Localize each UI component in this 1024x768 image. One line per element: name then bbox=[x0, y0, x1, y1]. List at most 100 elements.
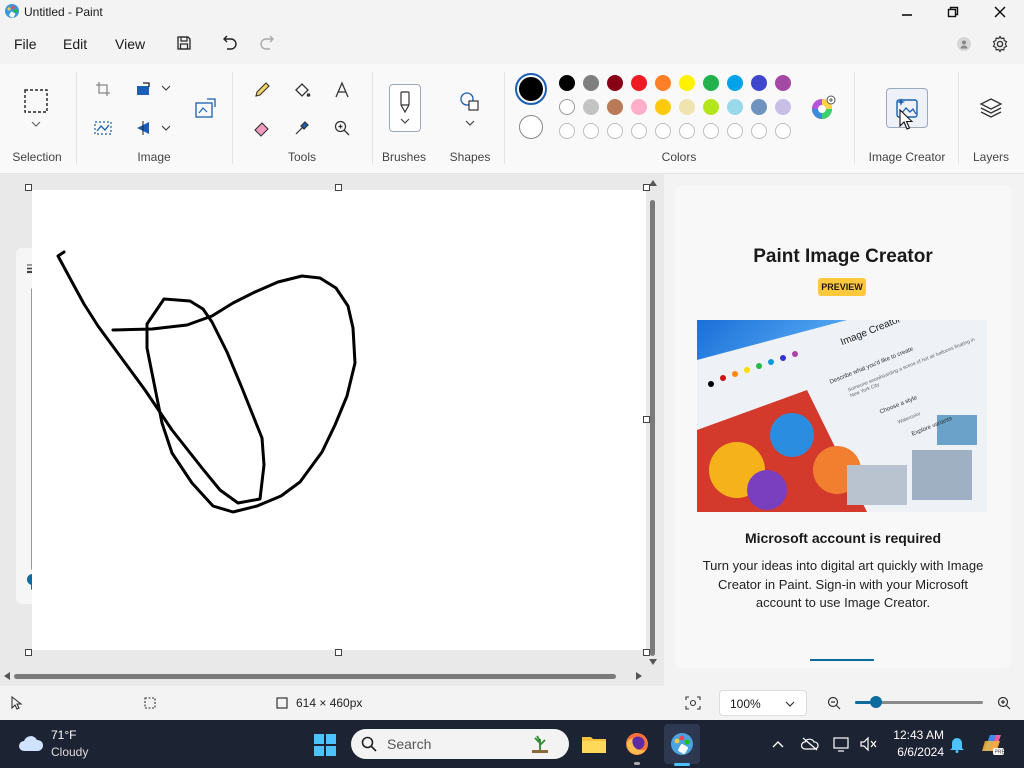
menu-view[interactable]: View bbox=[115, 36, 145, 52]
canvas-resize-handle[interactable] bbox=[25, 184, 32, 191]
group-label-shapes: Shapes bbox=[449, 150, 491, 164]
primary-color-button[interactable] bbox=[515, 73, 547, 105]
palette-swatch[interactable] bbox=[727, 123, 743, 139]
pencil-icon[interactable] bbox=[250, 78, 274, 102]
text-tool-icon[interactable] bbox=[330, 78, 354, 102]
rotate-icon[interactable] bbox=[133, 78, 155, 100]
sign-in-link-underline[interactable] bbox=[810, 659, 874, 661]
scroll-up-arrow-icon[interactable] bbox=[648, 178, 658, 188]
paint-taskbar-button[interactable] bbox=[664, 724, 700, 764]
palette-swatch[interactable] bbox=[679, 123, 695, 139]
fit-to-window-icon[interactable] bbox=[684, 694, 702, 712]
palette-swatch[interactable] bbox=[607, 99, 623, 115]
network-display-icon[interactable] bbox=[832, 734, 852, 754]
canvas-resize-handle[interactable] bbox=[643, 649, 650, 656]
zoom-in-icon[interactable] bbox=[995, 694, 1013, 712]
secondary-color-button[interactable] bbox=[519, 115, 543, 139]
shapes-button[interactable] bbox=[456, 88, 484, 132]
weather-cloud-icon[interactable] bbox=[16, 730, 46, 756]
palette-swatch[interactable] bbox=[775, 123, 791, 139]
palette-swatch[interactable] bbox=[703, 123, 719, 139]
vertical-scrollbar-thumb[interactable] bbox=[650, 200, 655, 656]
menu-file[interactable]: File bbox=[14, 36, 37, 52]
horizontal-scrollbar-thumb[interactable] bbox=[14, 674, 616, 679]
volume-muted-icon[interactable] bbox=[858, 734, 880, 754]
crop-icon[interactable] bbox=[92, 78, 114, 100]
palette-swatch[interactable] bbox=[559, 75, 575, 91]
file-explorer-icon[interactable] bbox=[580, 730, 608, 758]
clock-time[interactable]: 12:43 AM bbox=[888, 728, 944, 742]
taskbar-search-box[interactable]: Search bbox=[351, 729, 569, 759]
start-windows-icon[interactable] bbox=[312, 732, 338, 758]
background-removal-icon[interactable] bbox=[92, 117, 114, 139]
selection-tool[interactable] bbox=[20, 84, 52, 132]
notification-bell-icon[interactable] bbox=[948, 734, 966, 754]
palette-swatch[interactable] bbox=[775, 99, 791, 115]
undo-icon[interactable] bbox=[219, 33, 239, 53]
settings-gear-icon[interactable] bbox=[989, 33, 1011, 55]
palette-swatch[interactable] bbox=[607, 123, 623, 139]
canvas-resize-handle[interactable] bbox=[25, 649, 32, 656]
palette-swatch[interactable] bbox=[583, 75, 599, 91]
fill-bucket-icon[interactable] bbox=[290, 78, 314, 102]
palette-swatch[interactable] bbox=[583, 99, 599, 115]
palette-swatch[interactable] bbox=[679, 99, 695, 115]
canvas-resize-handle[interactable] bbox=[335, 184, 342, 191]
palette-swatch[interactable] bbox=[679, 75, 695, 91]
copilot-icon[interactable]: PRE bbox=[978, 730, 1006, 758]
firefox-icon[interactable] bbox=[622, 729, 652, 759]
zoom-out-icon[interactable] bbox=[825, 694, 843, 712]
resize-image-icon[interactable] bbox=[190, 94, 220, 124]
palette-swatch[interactable] bbox=[727, 75, 743, 91]
canvas-resize-handle[interactable] bbox=[335, 649, 342, 656]
palette-swatch[interactable] bbox=[703, 75, 719, 91]
palette-swatch[interactable] bbox=[631, 123, 647, 139]
pointer-position-icon bbox=[10, 695, 24, 711]
canvas-resize-handle[interactable] bbox=[643, 416, 650, 423]
eraser-icon[interactable] bbox=[250, 116, 274, 140]
scroll-right-arrow-icon[interactable] bbox=[634, 671, 644, 681]
drawing-canvas[interactable] bbox=[32, 190, 646, 650]
magnifier-icon[interactable] bbox=[330, 116, 354, 140]
palette-swatch[interactable] bbox=[775, 75, 791, 91]
onedrive-sync-icon[interactable] bbox=[800, 734, 820, 754]
group-label-colors: Colors bbox=[661, 150, 697, 164]
palette-swatch[interactable] bbox=[583, 123, 599, 139]
palette-swatch[interactable] bbox=[631, 99, 647, 115]
layers-icon[interactable] bbox=[977, 94, 1005, 122]
show-hidden-icons-chevron-icon[interactable] bbox=[770, 736, 786, 752]
menu-edit[interactable]: Edit bbox=[63, 36, 87, 52]
restore-button[interactable] bbox=[930, 0, 976, 24]
zoom-slider-thumb[interactable] bbox=[870, 696, 882, 708]
close-button[interactable] bbox=[976, 0, 1024, 24]
palette-swatch[interactable] bbox=[559, 99, 575, 115]
rotate-dropdown-chevron-icon[interactable] bbox=[159, 81, 173, 95]
weather-condition[interactable]: Cloudy bbox=[51, 745, 88, 759]
palette-swatch[interactable] bbox=[751, 123, 767, 139]
palette-swatch[interactable] bbox=[655, 75, 671, 91]
palette-swatch[interactable] bbox=[655, 123, 671, 139]
palette-swatch[interactable] bbox=[727, 99, 743, 115]
clock-date[interactable]: 6/6/2024 bbox=[888, 745, 944, 759]
flip-icon[interactable] bbox=[133, 117, 155, 139]
palette-swatch[interactable] bbox=[751, 75, 767, 91]
brushes-button[interactable] bbox=[389, 84, 421, 132]
ribbon-divider bbox=[504, 72, 505, 164]
palette-swatch[interactable] bbox=[559, 123, 575, 139]
save-icon[interactable] bbox=[174, 33, 194, 53]
palette-swatch[interactable] bbox=[607, 75, 623, 91]
redo-icon[interactable] bbox=[258, 33, 278, 53]
weather-temperature[interactable]: 71°F bbox=[51, 728, 76, 742]
account-icon[interactable] bbox=[954, 34, 974, 54]
flip-dropdown-chevron-icon[interactable] bbox=[159, 121, 173, 135]
palette-swatch[interactable] bbox=[703, 99, 719, 115]
zoom-level-dropdown[interactable]: 100% bbox=[719, 690, 807, 716]
scroll-down-arrow-icon[interactable] bbox=[648, 657, 658, 667]
color-picker-icon[interactable] bbox=[290, 116, 314, 140]
palette-swatch[interactable] bbox=[655, 99, 671, 115]
palette-swatch[interactable] bbox=[631, 75, 647, 91]
scroll-left-arrow-icon[interactable] bbox=[2, 671, 12, 681]
minimize-button[interactable] bbox=[884, 0, 930, 24]
palette-swatch[interactable] bbox=[751, 99, 767, 115]
edit-colors-icon[interactable] bbox=[809, 94, 837, 122]
